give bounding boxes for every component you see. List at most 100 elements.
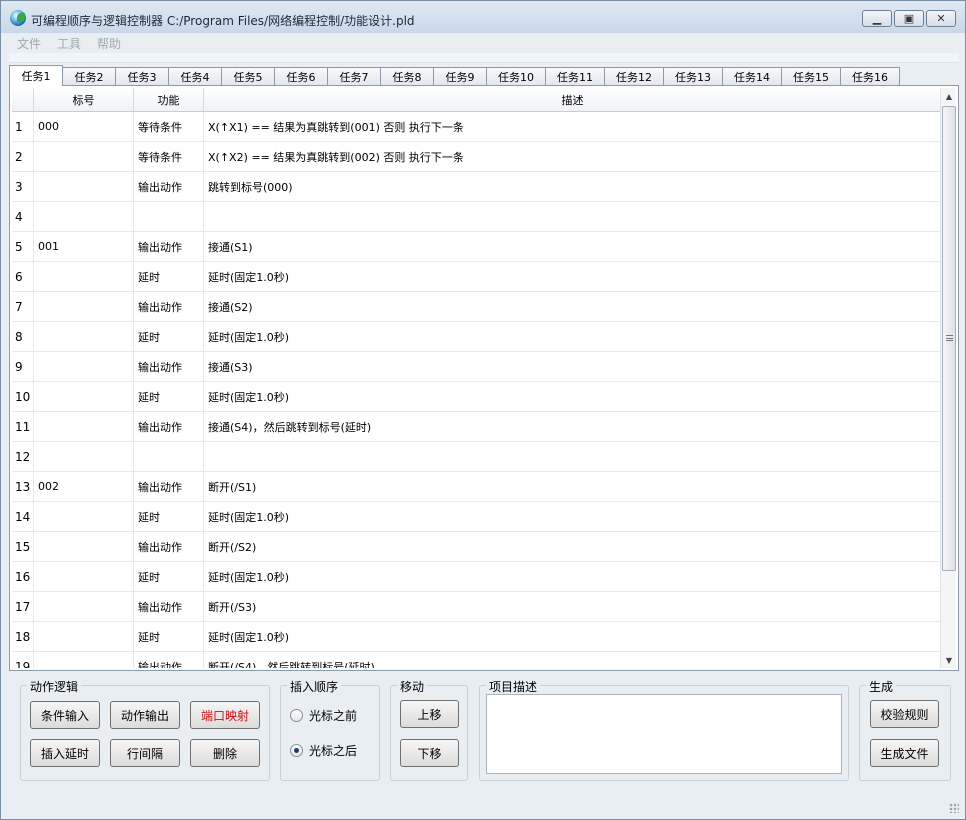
minimize-button[interactable]: ▁ bbox=[862, 10, 892, 27]
table-row[interactable]: 11 输出动作 接通(S4)，然后跳转到标号(延时) bbox=[12, 412, 941, 442]
tab-task-12[interactable]: 任务12 bbox=[604, 67, 664, 86]
table-row[interactable]: 3 输出动作 跳转到标号(000) bbox=[12, 172, 941, 202]
cell-func[interactable]: 输出动作 bbox=[134, 232, 204, 261]
table-row[interactable]: 7 输出动作 接通(S2) bbox=[12, 292, 941, 322]
table-row[interactable]: 1 000 等待条件 X(↑X1) == 结果为真跳转到(001) 否则 执行下一条 bbox=[12, 112, 941, 142]
insert-delay-button[interactable]: 插入延时 bbox=[30, 739, 100, 767]
cell-label[interactable] bbox=[34, 562, 134, 591]
cell-label[interactable] bbox=[34, 262, 134, 291]
cell-label[interactable] bbox=[34, 592, 134, 621]
cell-label[interactable]: 000 bbox=[34, 112, 134, 141]
tab-task-10[interactable]: 任务10 bbox=[486, 67, 546, 86]
tab-task-3[interactable]: 任务3 bbox=[115, 67, 169, 86]
cell-func[interactable]: 输出动作 bbox=[134, 592, 204, 621]
tab-task-2[interactable]: 任务2 bbox=[62, 67, 116, 86]
project-desc-textarea[interactable] bbox=[486, 694, 842, 774]
move-down-button[interactable]: 下移 bbox=[400, 739, 459, 767]
tab-task-1[interactable]: 任务1 bbox=[9, 65, 63, 86]
cell-desc[interactable]: 断开(/S1) bbox=[204, 472, 941, 501]
cell-label[interactable] bbox=[34, 412, 134, 441]
header-label[interactable]: 标号 bbox=[34, 88, 134, 111]
tab-task-4[interactable]: 任务4 bbox=[168, 67, 222, 86]
cell-desc[interactable]: 延时(固定1.0秒) bbox=[204, 322, 941, 351]
cell-label[interactable]: 001 bbox=[34, 232, 134, 261]
line-spacing-button[interactable]: 行间隔 bbox=[110, 739, 180, 767]
table-row[interactable]: 9 输出动作 接通(S3) bbox=[12, 352, 941, 382]
move-up-button[interactable]: 上移 bbox=[400, 700, 459, 728]
check-rules-button[interactable]: 校验规则 bbox=[870, 700, 939, 728]
cell-label[interactable] bbox=[34, 382, 134, 411]
scroll-thumb[interactable] bbox=[942, 106, 956, 571]
tab-task-16[interactable]: 任务16 bbox=[840, 67, 900, 86]
cell-desc[interactable]: 接通(S3) bbox=[204, 352, 941, 381]
cell-desc[interactable]: 接通(S4)，然后跳转到标号(延时) bbox=[204, 412, 941, 441]
radio-before[interactable]: 光标之前 bbox=[290, 707, 357, 724]
tab-task-14[interactable]: 任务14 bbox=[722, 67, 782, 86]
close-button[interactable]: ✕ bbox=[926, 10, 956, 27]
tab-task-15[interactable]: 任务15 bbox=[781, 67, 841, 86]
cell-func[interactable]: 延时 bbox=[134, 562, 204, 591]
resize-grip-icon[interactable] bbox=[949, 803, 959, 813]
cell-func[interactable]: 延时 bbox=[134, 502, 204, 531]
port-map-button[interactable]: 端口映射 bbox=[190, 701, 260, 729]
table-row[interactable]: 2 等待条件 X(↑X2) == 结果为真跳转到(002) 否则 执行下一条 bbox=[12, 142, 941, 172]
tab-task-7[interactable]: 任务7 bbox=[327, 67, 381, 86]
table-row[interactable]: 4 bbox=[12, 202, 941, 232]
scroll-down-icon[interactable]: ▼ bbox=[941, 652, 957, 668]
tab-task-11[interactable]: 任务11 bbox=[545, 67, 605, 86]
cell-label[interactable] bbox=[34, 352, 134, 381]
cell-func[interactable]: 输出动作 bbox=[134, 292, 204, 321]
cell-func[interactable]: 延时 bbox=[134, 322, 204, 351]
header-desc[interactable]: 描述 bbox=[204, 88, 941, 111]
table-row[interactable]: 14 延时 延时(固定1.0秒) bbox=[12, 502, 941, 532]
tab-task-8[interactable]: 任务8 bbox=[380, 67, 434, 86]
cell-label[interactable] bbox=[34, 142, 134, 171]
cell-label[interactable] bbox=[34, 172, 134, 201]
cell-desc[interactable]: X(↑X2) == 结果为真跳转到(002) 否则 执行下一条 bbox=[204, 142, 941, 171]
table-row[interactable]: 8 延时 延时(固定1.0秒) bbox=[12, 322, 941, 352]
cell-label[interactable] bbox=[34, 622, 134, 651]
cell-desc[interactable]: 延时(固定1.0秒) bbox=[204, 562, 941, 591]
title-bar[interactable]: 可编程顺序与逻辑控制器 C:/Program Files/网络编程控制/功能设计… bbox=[1, 1, 965, 33]
radio-after-icon[interactable] bbox=[290, 744, 303, 757]
cell-func[interactable]: 输出动作 bbox=[134, 532, 204, 561]
menu-file[interactable]: 文件 bbox=[9, 33, 49, 53]
table-row[interactable]: 18 延时 延时(固定1.0秒) bbox=[12, 622, 941, 652]
cell-func[interactable]: 延时 bbox=[134, 622, 204, 651]
table-row[interactable]: 5 001 输出动作 接通(S1) bbox=[12, 232, 941, 262]
cell-desc[interactable]: 延时(固定1.0秒) bbox=[204, 502, 941, 531]
cell-desc[interactable]: 延时(固定1.0秒) bbox=[204, 622, 941, 651]
cell-label[interactable] bbox=[34, 202, 134, 231]
header-func[interactable]: 功能 bbox=[134, 88, 204, 111]
table-row[interactable]: 6 延时 延时(固定1.0秒) bbox=[12, 262, 941, 292]
table-row[interactable]: 10 延时 延时(固定1.0秒) bbox=[12, 382, 941, 412]
maximize-button[interactable]: ▣ bbox=[894, 10, 924, 27]
action-output-button[interactable]: 动作输出 bbox=[110, 701, 180, 729]
table-row[interactable]: 15 输出动作 断开(/S2) bbox=[12, 532, 941, 562]
cell-desc[interactable]: 断开(/S3) bbox=[204, 592, 941, 621]
cell-label[interactable] bbox=[34, 442, 134, 471]
cell-func[interactable]: 延时 bbox=[134, 262, 204, 291]
cell-func[interactable]: 等待条件 bbox=[134, 112, 204, 141]
cell-func[interactable]: 延时 bbox=[134, 382, 204, 411]
condition-input-button[interactable]: 条件输入 bbox=[30, 701, 100, 729]
cell-func[interactable]: 输出动作 bbox=[134, 172, 204, 201]
cell-desc[interactable]: 跳转到标号(000) bbox=[204, 172, 941, 201]
tab-task-13[interactable]: 任务13 bbox=[663, 67, 723, 86]
vertical-scrollbar[interactable]: ▲ ▼ bbox=[940, 88, 956, 668]
cell-desc[interactable]: 接通(S1) bbox=[204, 232, 941, 261]
cell-label[interactable] bbox=[34, 652, 134, 668]
scroll-up-icon[interactable]: ▲ bbox=[941, 88, 957, 104]
table-row[interactable]: 12 bbox=[12, 442, 941, 472]
table-row[interactable]: 19 输出动作 断开(/S4)，然后跳转到标号(延时) bbox=[12, 652, 941, 668]
cell-label[interactable] bbox=[34, 322, 134, 351]
cell-func[interactable] bbox=[134, 202, 204, 231]
tab-task-6[interactable]: 任务6 bbox=[274, 67, 328, 86]
table-row[interactable]: 13 002 输出动作 断开(/S1) bbox=[12, 472, 941, 502]
cell-label[interactable] bbox=[34, 532, 134, 561]
table-row[interactable]: 17 输出动作 断开(/S3) bbox=[12, 592, 941, 622]
cell-label[interactable]: 002 bbox=[34, 472, 134, 501]
cell-func[interactable]: 输出动作 bbox=[134, 472, 204, 501]
cell-func[interactable] bbox=[134, 442, 204, 471]
tab-task-9[interactable]: 任务9 bbox=[433, 67, 487, 86]
